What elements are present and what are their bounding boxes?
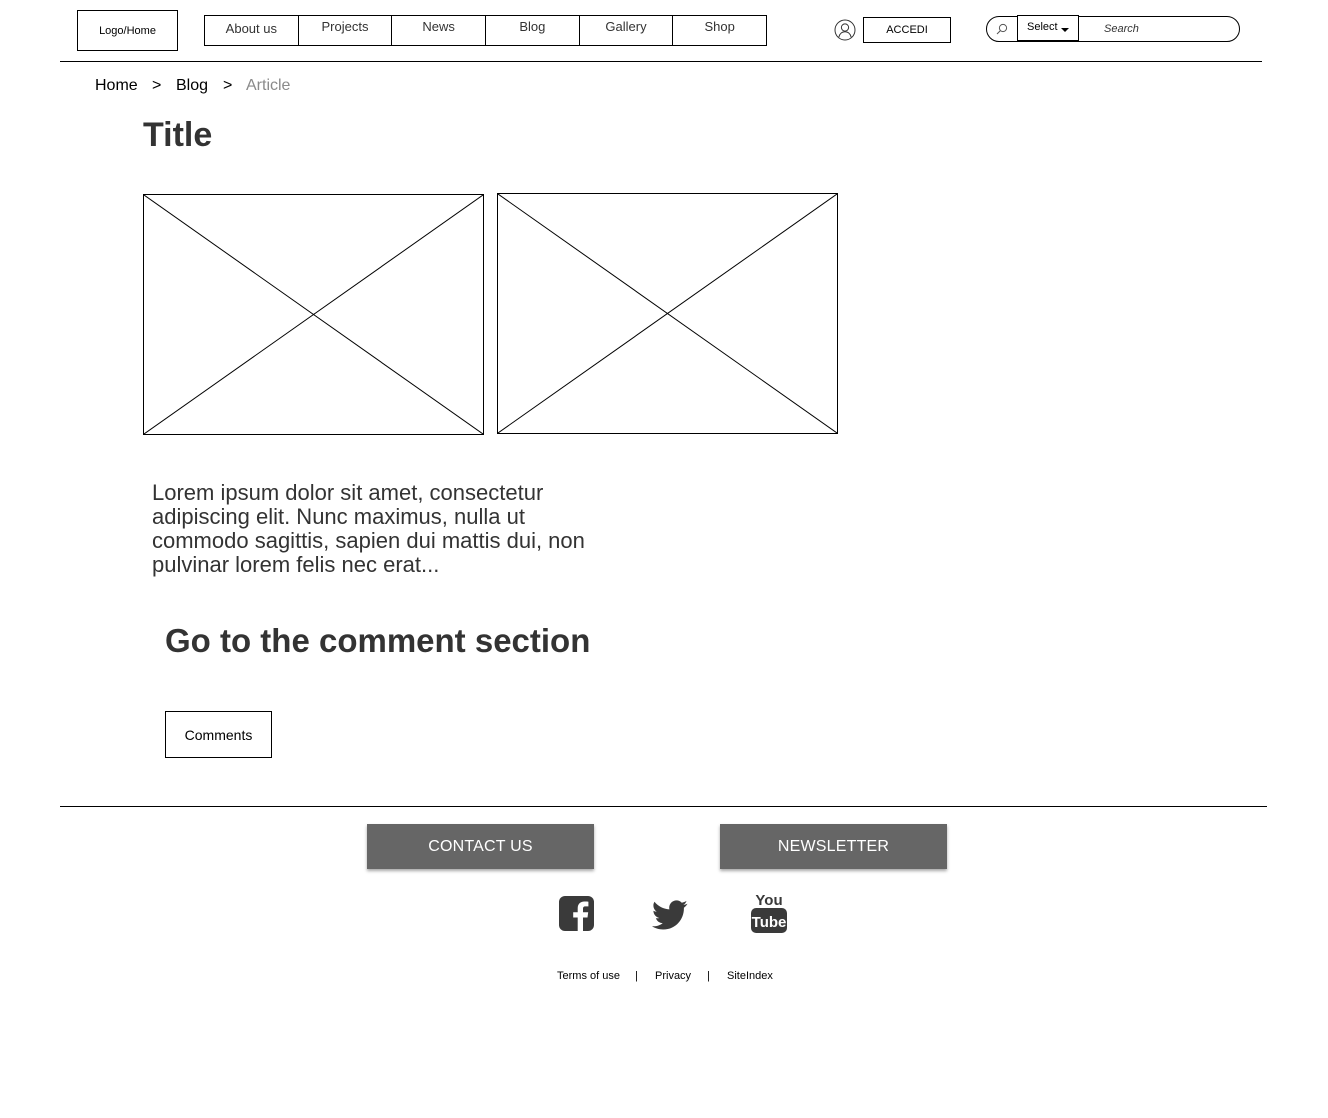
header-divider <box>60 61 1262 62</box>
search-icon[interactable] <box>996 23 1008 35</box>
breadcrumb-blog[interactable]: Blog <box>176 77 208 95</box>
user-icon[interactable] <box>834 19 856 41</box>
youtube-wordmark-bottom: Tube <box>752 914 787 931</box>
breadcrumb-separator: > <box>223 77 233 94</box>
search-category-select[interactable]: Select <box>1017 15 1079 41</box>
nav-item-gallery[interactable]: Gallery <box>580 16 674 45</box>
comments-button[interactable]: Comments <box>165 711 272 758</box>
breadcrumb-home[interactable]: Home <box>95 77 138 95</box>
site-index-link[interactable]: SiteIndex <box>727 970 773 982</box>
footer-divider <box>60 806 1267 807</box>
breadcrumb-separator: > <box>152 77 162 94</box>
chevron-down-icon <box>1061 28 1069 32</box>
nav-item-shop[interactable]: Shop <box>673 16 766 45</box>
nav-item-blog[interactable]: Blog <box>486 16 580 45</box>
nav-item-projects[interactable]: Projects <box>299 16 393 45</box>
logo-label: Logo/Home <box>99 24 156 37</box>
terms-of-use-link[interactable]: Terms of use <box>557 970 620 982</box>
privacy-link[interactable]: Privacy <box>655 970 691 982</box>
page-title: Title <box>143 116 213 154</box>
contact-us-button[interactable]: CONTACT US <box>367 824 594 869</box>
comment-section-heading: Go to the comment section <box>165 622 591 659</box>
nav-item-about-us[interactable]: About us <box>205 16 299 45</box>
facebook-icon[interactable] <box>559 896 594 931</box>
twitter-icon[interactable] <box>652 900 688 932</box>
logo-home-link[interactable]: Logo/Home <box>77 10 178 51</box>
youtube-icon[interactable]: You Tube <box>751 891 787 934</box>
search-input[interactable] <box>1096 20 1230 38</box>
article-body: Lorem ipsum dolor sit amet, consectetur … <box>152 480 585 577</box>
youtube-wordmark-top: You <box>755 892 782 909</box>
main-nav: About us Projects News Blog Gallery Shop <box>204 15 767 46</box>
image-placeholder <box>143 194 484 435</box>
footer-link-separator: | <box>635 970 638 982</box>
nav-item-news[interactable]: News <box>392 16 487 45</box>
footer-link-separator: | <box>707 970 710 982</box>
select-label: Select <box>1027 21 1058 33</box>
image-placeholder <box>497 193 838 434</box>
breadcrumb-current: Article <box>246 77 291 94</box>
newsletter-button[interactable]: NEWSLETTER <box>720 824 947 869</box>
login-button[interactable]: ACCEDI <box>863 17 951 43</box>
login-button-label: ACCEDI <box>886 24 928 36</box>
